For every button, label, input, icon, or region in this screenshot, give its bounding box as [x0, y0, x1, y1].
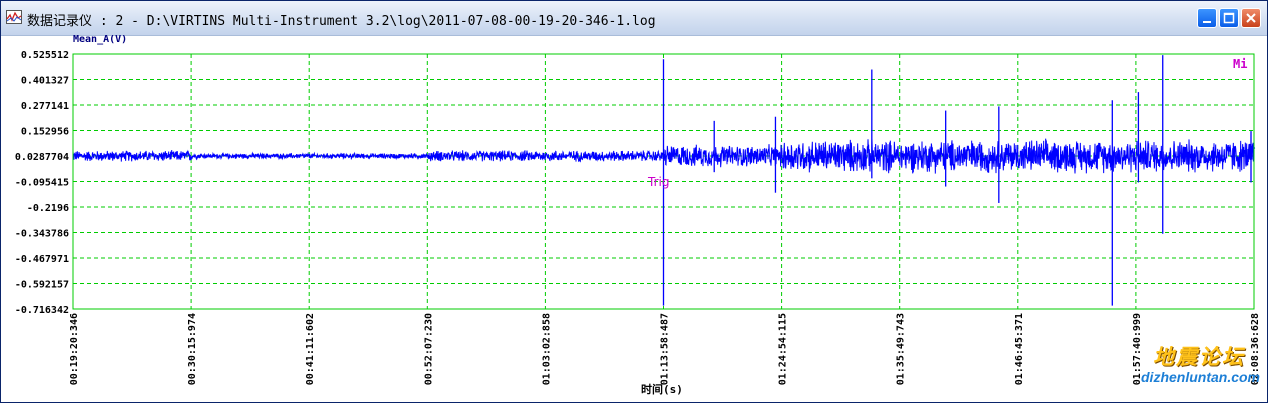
x-tick-label: 01:13:58:487 [660, 313, 671, 385]
x-tick-label: 01:35:49:743 [896, 313, 907, 385]
x-tick-labels: 00:19:20:346 00:30:15:974 00:41:11:602 00:5… [69, 313, 1261, 385]
title-bar[interactable]: 数据记录仪 : 2 - D:\VIRTINS Multi-Instrument … [1, 1, 1267, 36]
close-button[interactable] [1241, 8, 1261, 28]
minimize-icon [1203, 21, 1211, 23]
y-tick-label: -0.2196 [27, 203, 69, 214]
data-logger-window: 数据记录仪 : 2 - D:\VIRTINS Multi-Instrument … [0, 0, 1268, 403]
y-tick-label: 0.152956 [21, 127, 69, 138]
waveform-chart[interactable]: 0.525512 0.401327 0.277141 0.152956 0.028770… [1, 35, 1263, 403]
y-tick-label: 0.277141 [21, 101, 69, 112]
x-tick-label: 01:24:54:115 [778, 313, 789, 385]
y-tick-label: -0.716342 [15, 305, 69, 316]
watermark-logo-text: 地震论坛 [1153, 344, 1245, 369]
app-chart-icon [6, 10, 22, 24]
minimize-button[interactable] [1197, 8, 1217, 28]
mi-marker-label: Mi [1233, 57, 1247, 71]
y-tick-label: 0.401327 [21, 76, 69, 87]
y-tick-label: -0.343786 [15, 229, 69, 240]
x-tick-label: 00:41:11:602 [305, 313, 316, 385]
y-axis-label: Mean_A(V) [73, 35, 127, 45]
watermark-url: dizhenluntan.com [1141, 369, 1260, 385]
x-tick-label: 00:52:07:230 [423, 313, 434, 385]
maximize-button[interactable] [1219, 8, 1239, 28]
y-tick-labels: 0.525512 0.401327 0.277141 0.152956 0.028770… [15, 50, 69, 316]
x-axis-label: 时间(s) [641, 382, 683, 396]
y-tick-label: -0.592157 [15, 280, 69, 291]
y-tick-label: 0.0287704 [15, 152, 69, 163]
trigger-marker-label: Trig [647, 175, 669, 189]
x-tick-label: 01:03:02:858 [541, 313, 552, 385]
window-title: 数据记录仪 : 2 - D:\VIRTINS Multi-Instrument … [27, 14, 656, 29]
y-tick-label: 0.525512 [21, 50, 69, 61]
x-tick-label: 00:30:15:974 [187, 313, 198, 385]
x-tick-label: 01:46:45:371 [1014, 313, 1025, 385]
close-icon [1246, 13, 1256, 23]
maximize-icon [1223, 12, 1235, 24]
x-tick-label: 00:19:20:346 [69, 313, 80, 385]
y-tick-label: -0.467971 [15, 254, 69, 265]
y-tick-label: -0.095415 [15, 178, 69, 189]
